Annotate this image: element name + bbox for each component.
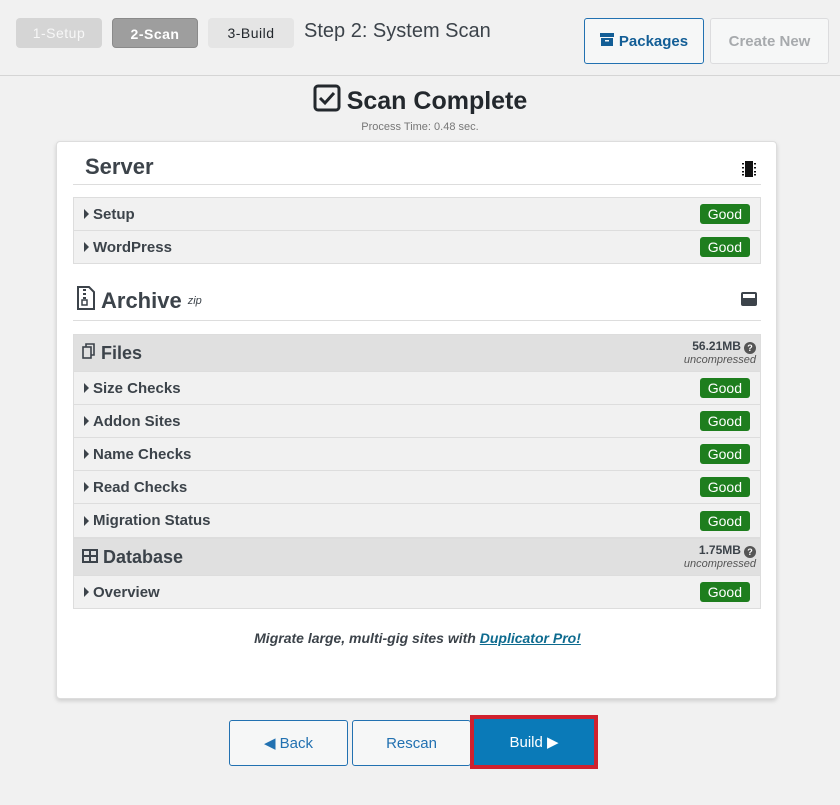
caret-right-icon	[84, 515, 89, 526]
build-button[interactable]: Build ▶	[470, 715, 598, 769]
check-label: Overview	[93, 583, 160, 601]
check-label: Migration Status	[93, 512, 211, 529]
check-row-addon-sites[interactable]: Addon Sites Good	[74, 405, 760, 438]
promo-label: Migrate large, multi-gig sites with	[254, 630, 480, 646]
rescan-button[interactable]: Rescan	[352, 720, 471, 766]
promo-text: Migrate large, multi-gig sites with Dupl…	[57, 630, 778, 646]
status-badge: Good	[699, 510, 750, 531]
check-label: Addon Sites	[93, 412, 181, 430]
scan-panel: Server Setup Good WordPress Good Archive…	[56, 141, 777, 699]
file-zip-icon	[77, 286, 95, 316]
status-badge: Good	[699, 378, 750, 398]
database-size-note: uncompressed	[683, 557, 756, 570]
table-icon	[82, 547, 98, 568]
check-row-setup[interactable]: Setup Good	[74, 198, 760, 231]
microchip-icon	[741, 160, 757, 183]
check-label: Size Checks	[93, 379, 181, 397]
caret-right-icon	[84, 482, 89, 492]
status-badge: Good	[699, 204, 750, 224]
check-row-size-checks[interactable]: Size Checks Good	[74, 372, 760, 405]
step-setup[interactable]: 1-Setup	[16, 18, 102, 48]
create-new-button[interactable]: Create New	[710, 18, 829, 64]
archive-checks: Files 56.21MB ? uncompressed Size Checks…	[73, 334, 761, 609]
caret-right-icon	[84, 383, 89, 393]
step-build[interactable]: 3-Build	[208, 18, 294, 48]
status-badge: Good	[699, 444, 750, 464]
status-badge: Good	[699, 477, 750, 497]
archive-header: Archive zip	[73, 286, 761, 321]
check-label: Setup	[93, 205, 135, 223]
check-row-name-checks[interactable]: Name Checks Good	[74, 438, 760, 471]
caret-right-icon	[84, 416, 89, 426]
archive-box-icon	[599, 32, 614, 50]
files-size: 56.21MB ? uncompressed	[683, 339, 756, 366]
server-title: Server	[85, 154, 154, 179]
database-title: Database	[103, 546, 184, 567]
help-icon[interactable]: ?	[744, 341, 756, 354]
files-header: Files 56.21MB ? uncompressed	[74, 335, 760, 372]
process-time: Process Time: 0.48 sec.	[361, 121, 479, 133]
database-size: 1.75MB ? uncompressed	[683, 543, 756, 570]
packages-label: Packages	[618, 32, 689, 50]
check-row-read-checks[interactable]: Read Checks Good	[74, 471, 760, 504]
check-label: WordPress	[93, 238, 172, 256]
scan-complete-title: Scan Complete	[346, 87, 528, 115]
server-header: Server	[73, 154, 761, 185]
archive-title: Archive	[101, 288, 182, 313]
step-scan[interactable]: 2-Scan	[112, 18, 198, 48]
check-label: Read Checks	[93, 478, 188, 496]
scan-result-header: Scan Complete Process Time: 0.48 sec.	[0, 84, 840, 133]
files-size-value: 56.21MB	[692, 339, 741, 354]
step-title: Step 2: System Scan	[304, 20, 491, 42]
status-badge: Good	[699, 411, 750, 431]
caret-right-icon	[84, 242, 89, 252]
check-label: Name Checks	[93, 445, 192, 463]
top-bar: 1-Setup 2-Scan 3-Build Step 2: System Sc…	[0, 0, 840, 76]
database-size-value: 1.75MB	[698, 543, 741, 558]
status-badge: Good	[699, 237, 750, 257]
hdd-icon	[741, 292, 757, 311]
checkbox-checked-icon	[313, 84, 341, 119]
database-header: Database 1.75MB ? uncompressed	[74, 538, 760, 576]
help-icon[interactable]: ?	[744, 545, 756, 558]
duplicator-pro-link[interactable]: Duplicator Pro!	[480, 630, 581, 646]
packages-button[interactable]: Packages	[584, 18, 704, 64]
server-checks: Setup Good WordPress Good	[73, 197, 761, 264]
caret-right-icon	[84, 449, 89, 459]
status-badge: Good	[699, 582, 750, 602]
files-title: Files	[101, 342, 143, 363]
check-row-overview[interactable]: Overview Good	[74, 576, 760, 608]
copy-files-icon	[82, 342, 96, 364]
files-size-note: uncompressed	[683, 353, 756, 366]
check-row-migration-status[interactable]: Migration Status Good	[74, 504, 760, 538]
check-row-wordpress[interactable]: WordPress Good	[74, 231, 760, 263]
archive-format: zip	[187, 295, 202, 307]
back-button[interactable]: ◀ Back	[229, 720, 348, 766]
caret-right-icon	[84, 587, 89, 597]
caret-right-icon	[84, 209, 89, 219]
